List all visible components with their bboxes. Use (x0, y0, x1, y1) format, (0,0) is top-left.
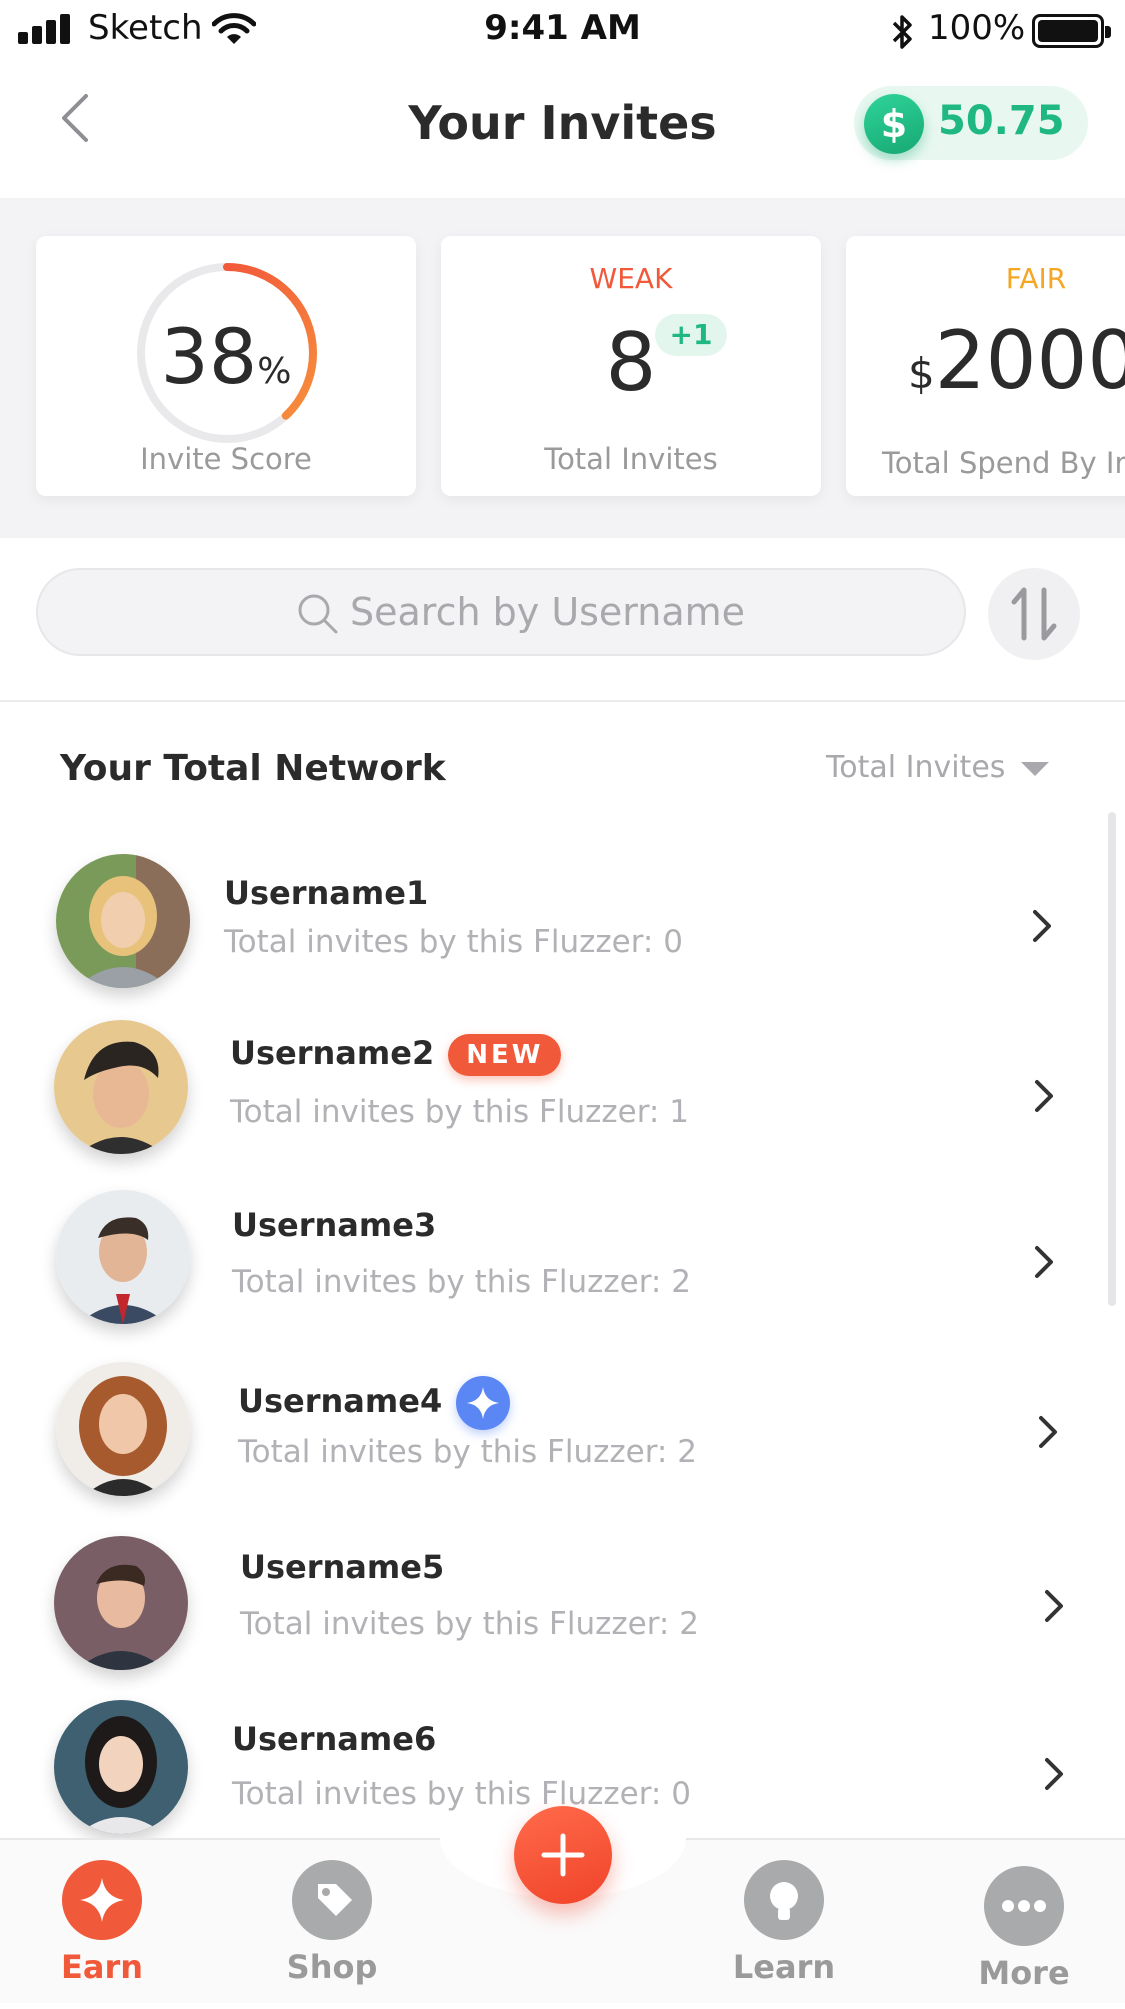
tab-shop-label: Shop (286, 1948, 378, 1986)
caret-down-icon (1021, 761, 1050, 776)
chevron-right-icon (1035, 1246, 1053, 1278)
total-invites-label: Total Invites (544, 442, 718, 476)
avatar (54, 1700, 188, 1834)
add-button[interactable] (514, 1806, 612, 1904)
spend-tag: FAIR (1005, 262, 1067, 295)
invite-count: Total invites by this Fluzzer: 0 (232, 1776, 691, 1812)
chevron-right-icon (1035, 1080, 1053, 1112)
invite-score-value: 38% (160, 312, 292, 401)
username: Username3 (232, 1206, 437, 1244)
total-spend-label: Total Spend By In (882, 446, 1125, 480)
dollar-coin-icon: $ (864, 94, 924, 154)
strength-tag: WEAK (589, 262, 673, 295)
filter-dropdown[interactable]: Total Invites (826, 750, 1050, 785)
total-invites-value: 8 (605, 316, 657, 409)
sparkle-icon (62, 1860, 142, 1940)
tab-earn[interactable]: Earn (12, 1840, 192, 2003)
avatar (56, 854, 190, 988)
tag-icon (292, 1860, 372, 1940)
sort-button[interactable] (988, 568, 1080, 660)
avatar (56, 1362, 190, 1496)
invite-score-card[interactable]: 38% Invite Score (36, 236, 416, 496)
list-item[interactable]: Username1 Total invites by this Fluzzer:… (0, 846, 1125, 1006)
more-dots-icon (984, 1866, 1064, 1946)
invite-count: Total invites by this Fluzzer: 2 (240, 1606, 699, 1642)
invite-count: Total invites by this Fluzzer: 2 (238, 1434, 697, 1470)
tab-shop[interactable]: Shop (242, 1840, 422, 2003)
invite-count: Total invites by this Fluzzer: 0 (224, 924, 683, 960)
username: Username6 (232, 1720, 437, 1758)
username: Username4 (238, 1376, 511, 1430)
sort-arrows-icon (1011, 587, 1057, 641)
battery-percent: 100% (928, 8, 1026, 48)
total-spend-card[interactable]: FAIR $2000. Total Spend By In (846, 236, 1125, 496)
tab-learn[interactable]: Learn (694, 1840, 874, 2003)
total-spend-value: $2000. (908, 314, 1125, 407)
new-badge: NEW (448, 1034, 562, 1076)
chevron-right-icon (1045, 1590, 1063, 1622)
avatar (56, 1190, 190, 1324)
total-invites-card[interactable]: WEAK 8 +1 Total Invites (441, 236, 821, 496)
tab-learn-label: Learn (732, 1948, 836, 1986)
tab-more-label: More (978, 1954, 1070, 1992)
username: Username2 NEW (230, 1034, 562, 1076)
username: Username5 (240, 1548, 445, 1586)
sparkle-badge-icon (456, 1376, 511, 1430)
avatar (54, 1020, 188, 1154)
chevron-right-icon (1039, 1416, 1057, 1448)
section-title: Your Total Network (60, 748, 446, 789)
divider (0, 700, 1125, 702)
search-input[interactable]: Search by Username (36, 568, 966, 656)
list-item[interactable]: Username2 NEW Total invites by this Fluzz… (0, 1014, 1125, 1174)
search-placeholder: Search by Username (350, 590, 746, 634)
invites-delta-badge: +1 (655, 314, 727, 356)
plus-icon (541, 1833, 585, 1877)
invite-count: Total invites by this Fluzzer: 1 (230, 1094, 689, 1130)
stats-carousel[interactable]: 38% Invite Score WEAK 8 +1 Total Invites… (0, 198, 1125, 538)
battery-icon (1032, 14, 1111, 48)
lightbulb-icon (744, 1860, 824, 1940)
list-item[interactable]: Username3 Total invites by this Fluzzer:… (0, 1182, 1125, 1342)
balance-amount: 50.75 (938, 98, 1065, 144)
list-item[interactable]: Username4 Total invites by this Fluzzer:… (0, 1352, 1125, 1512)
bluetooth-icon (892, 15, 912, 49)
tab-more[interactable]: More (934, 1846, 1114, 2009)
search-icon (298, 594, 338, 634)
username: Username1 (224, 874, 429, 912)
status-bar: Sketch 9:41 AM 100% (0, 0, 1125, 62)
chevron-right-icon (1033, 910, 1051, 942)
invite-count: Total invites by this Fluzzer: 2 (232, 1264, 691, 1300)
chevron-right-icon (1045, 1758, 1063, 1790)
tab-earn-label: Earn (60, 1948, 143, 1986)
invite-score-label: Invite Score (140, 442, 312, 476)
avatar (54, 1536, 188, 1670)
list-item[interactable]: Username5 Total invites by this Fluzzer:… (0, 1528, 1125, 1688)
balance-pill[interactable]: $ 50.75 (854, 86, 1088, 160)
